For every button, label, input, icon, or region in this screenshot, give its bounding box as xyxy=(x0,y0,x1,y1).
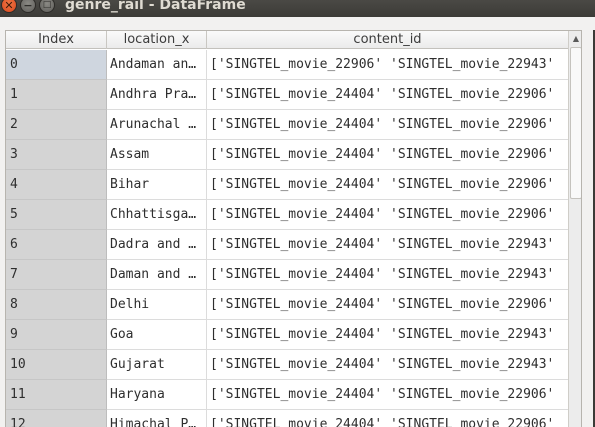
window-title: genre_rail - DataFrame xyxy=(65,0,246,13)
location-x-cell[interactable]: Chhattisga… xyxy=(107,200,207,230)
row-index-cell[interactable]: 12 xyxy=(6,410,107,427)
content-id-cell[interactable]: ['SINGTEL_movie_24404' 'SINGTEL_movie_22… xyxy=(207,110,568,140)
content-id-cell[interactable]: ['SINGTEL_movie_24404' 'SINGTEL_movie_22… xyxy=(207,230,568,260)
scroll-up-icon[interactable]: ▲ xyxy=(569,31,581,46)
row-index-cell[interactable]: 11 xyxy=(6,380,107,410)
row-index-cell[interactable]: 6 xyxy=(6,230,107,260)
content-id-cell[interactable]: ['SINGTEL_movie_24404' 'SINGTEL_movie_22… xyxy=(207,170,568,200)
window-titlebar[interactable]: ✕ − □ genre_rail - DataFrame xyxy=(0,0,595,17)
content-id-cell[interactable]: ['SINGTEL_movie_24404' 'SINGTEL_movie_22… xyxy=(207,290,568,320)
table-row[interactable]: 6 Dadra and … ['SINGTEL_movie_24404' 'SING… xyxy=(6,230,568,260)
row-index-cell[interactable]: 3 xyxy=(6,140,107,170)
table-row[interactable]: 5 Chhattisga… ['SINGTEL_movie_24404' 'SING… xyxy=(6,200,568,230)
scrollbar-thumb[interactable] xyxy=(570,47,581,199)
row-index-cell[interactable]: 1 xyxy=(6,80,107,110)
column-header-location-x[interactable]: location_x xyxy=(107,31,207,49)
location-x-cell[interactable]: Delhi xyxy=(107,290,207,320)
location-x-cell[interactable]: Bihar xyxy=(107,170,207,200)
table-row[interactable]: 12 Himachal P… ['SINGTEL_movie_24404' 'SIN… xyxy=(6,410,568,427)
content-id-cell[interactable]: ['SINGTEL_movie_24404' 'SINGTEL_movie_22… xyxy=(207,320,568,350)
row-index-cell[interactable]: 9 xyxy=(6,320,107,350)
location-x-cell[interactable]: Himachal P… xyxy=(107,410,207,427)
column-header-index[interactable]: Index xyxy=(6,31,107,49)
minimize-window-button[interactable]: − xyxy=(20,0,36,13)
content-id-cell[interactable]: ['SINGTEL_movie_24404' 'SINGTEL_movie_22… xyxy=(207,80,568,110)
location-x-cell[interactable]: Goa xyxy=(107,320,207,350)
close-window-button[interactable]: ✕ xyxy=(1,0,17,13)
column-header-content-id[interactable]: content_id xyxy=(207,31,568,49)
location-x-cell[interactable]: Haryana xyxy=(107,380,207,410)
row-index-cell[interactable]: 4 xyxy=(6,170,107,200)
location-x-cell[interactable]: Daman and … xyxy=(107,260,207,290)
content-id-cell[interactable]: ['SINGTEL_movie_24404' 'SINGTEL_movie_22… xyxy=(207,380,568,410)
table-row[interactable]: 9 Goa ['SINGTEL_movie_24404' 'SINGTEL_movi… xyxy=(6,320,568,350)
content-id-cell[interactable]: ['SINGTEL_movie_24404' 'SINGTEL_movie_22… xyxy=(207,350,568,380)
content-id-cell[interactable]: ['SINGTEL_movie_24404' 'SINGTEL_movie_22… xyxy=(207,140,568,170)
table-row[interactable]: 1 Andhra Pra… ['SINGTEL_movie_24404' 'SING… xyxy=(6,80,568,110)
table-row[interactable]: 4 Bihar ['SINGTEL_movie_24404' 'SINGTEL_mo… xyxy=(6,170,568,200)
table-row[interactable]: 8 Delhi ['SINGTEL_movie_24404' 'SINGTEL_mo… xyxy=(6,290,568,320)
content-id-cell[interactable]: ['SINGTEL_movie_24404' 'SINGTEL_movie_22… xyxy=(207,410,568,427)
location-x-cell[interactable]: Assam xyxy=(107,140,207,170)
location-x-cell[interactable]: Arunachal … xyxy=(107,110,207,140)
row-index-cell[interactable]: 7 xyxy=(6,260,107,290)
content-id-cell[interactable]: ['SINGTEL_movie_24404' 'SINGTEL_movie_22… xyxy=(207,200,568,230)
content-id-cell[interactable]: ['SINGTEL_movie_24404' 'SINGTEL_movie_22… xyxy=(207,260,568,290)
maximize-icon: □ xyxy=(42,0,52,10)
window-edge xyxy=(582,30,595,427)
maximize-window-button[interactable]: □ xyxy=(39,0,55,13)
table-header: Index location_x content_id xyxy=(6,31,568,49)
table-row[interactable]: 11 Haryana ['SINGTEL_movie_24404' 'SINGTEL… xyxy=(6,380,568,410)
row-index-cell[interactable]: 0 xyxy=(6,50,107,80)
location-x-cell[interactable]: Andaman an… xyxy=(107,50,207,80)
location-x-cell[interactable]: Andhra Pra… xyxy=(107,80,207,110)
minimize-icon: − xyxy=(23,0,33,12)
row-index-cell[interactable]: 2 xyxy=(6,110,107,140)
close-icon: ✕ xyxy=(4,0,14,12)
row-index-cell[interactable]: 10 xyxy=(6,350,107,380)
location-x-cell[interactable]: Dadra and … xyxy=(107,230,207,260)
vertical-scrollbar[interactable]: ▲ xyxy=(568,31,581,427)
location-x-cell[interactable]: Gujarat xyxy=(107,350,207,380)
dataframe-table: Index location_x content_id 0 Andaman an…… xyxy=(5,30,582,427)
row-index-cell[interactable]: 5 xyxy=(6,200,107,230)
table-row[interactable]: 10 Gujarat ['SINGTEL_movie_24404' 'SINGTEL… xyxy=(6,350,568,380)
table-row[interactable]: 2 Arunachal … ['SINGTEL_movie_24404' 'SING… xyxy=(6,110,568,140)
table-row[interactable]: 7 Daman and … ['SINGTEL_movie_24404' 'SING… xyxy=(6,260,568,290)
content-id-cell[interactable]: ['SINGTEL_movie_22906' 'SINGTEL_movie_22… xyxy=(207,50,568,80)
row-index-cell[interactable]: 8 xyxy=(6,290,107,320)
table-row[interactable]: 3 Assam ['SINGTEL_movie_24404' 'SINGTEL_mo… xyxy=(6,140,568,170)
table-row[interactable]: 0 Andaman an… ['SINGTEL_movie_22906' 'SING… xyxy=(6,50,568,80)
